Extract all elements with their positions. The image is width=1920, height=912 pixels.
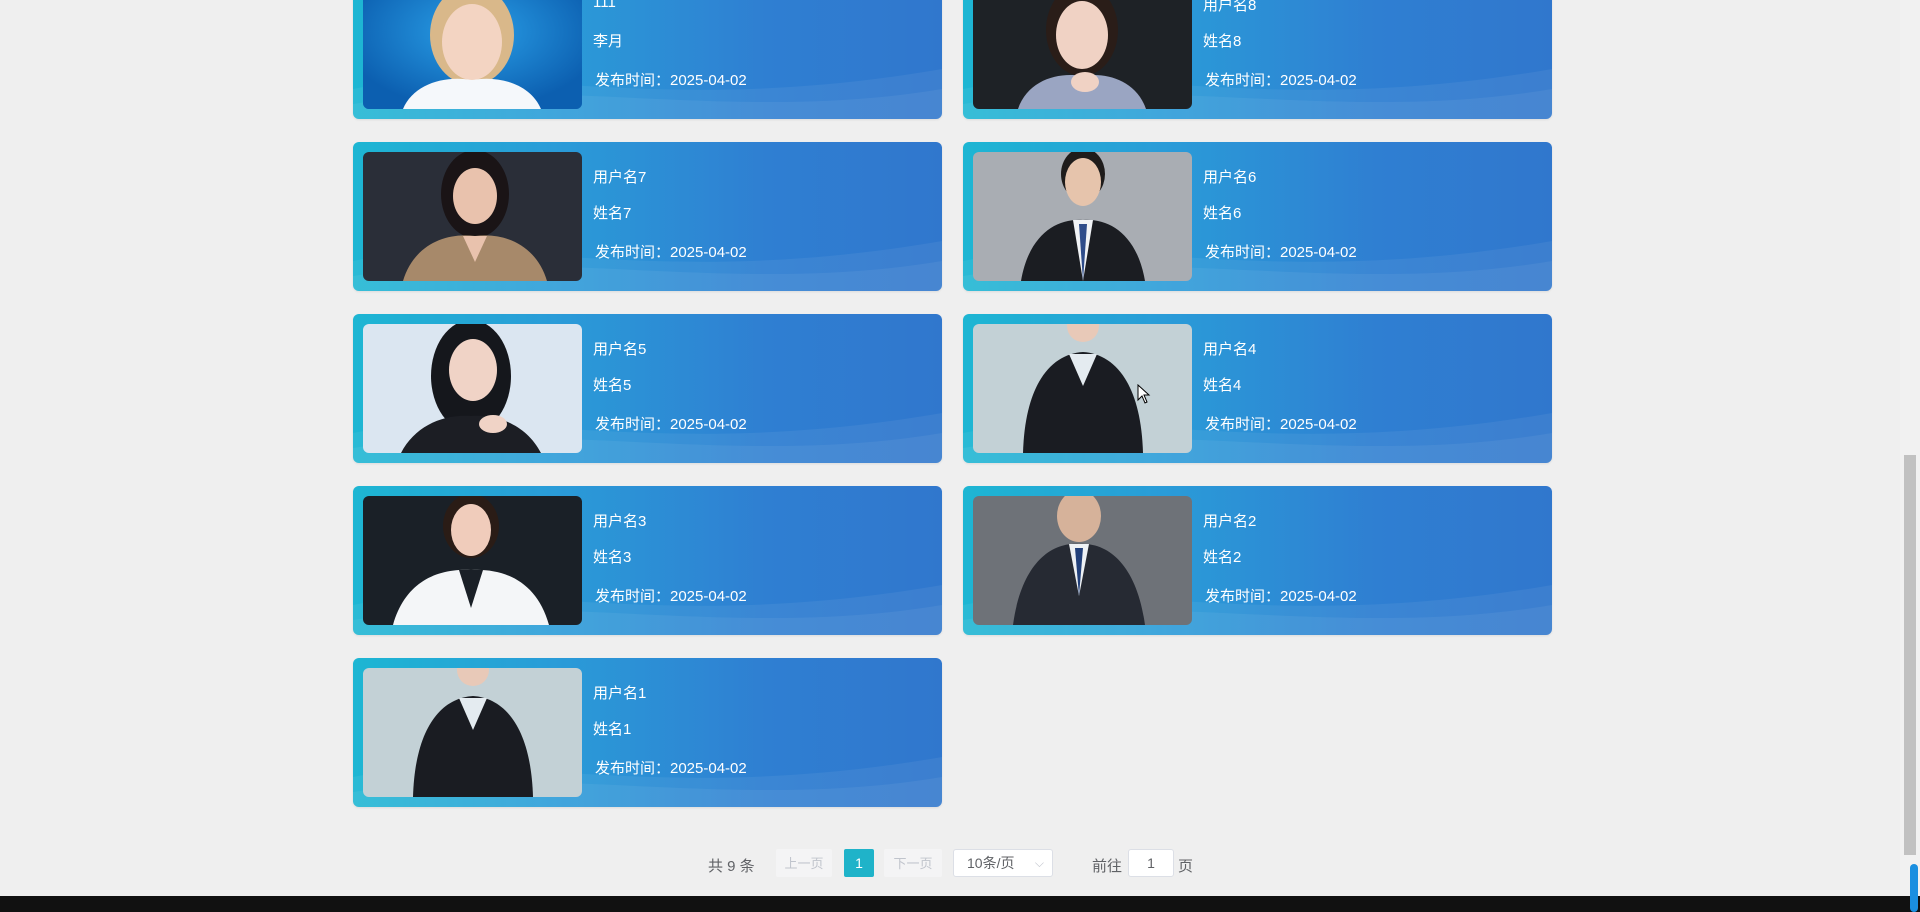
real-name: 姓名1	[593, 721, 632, 738]
publish-date: 发布时间：2025-04-02	[1205, 244, 1357, 261]
profile-photo[interactable]	[363, 496, 582, 625]
card[interactable]: 用户名7 姓名7 发布时间：2025-04-02	[353, 142, 942, 291]
goto-page-input[interactable]: 1	[1128, 849, 1174, 877]
card[interactable]: 用户名4 姓名4 发布时间：2025-04-02	[963, 314, 1552, 463]
card[interactable]: 用户名8 姓名8 发布时间：2025-04-02	[963, 0, 1552, 119]
publish-date: 发布时间：2025-04-02	[595, 760, 747, 777]
bottom-bar	[0, 896, 1920, 912]
blonde-woman-photo	[363, 0, 582, 109]
next-page-button[interactable]: 下一页	[884, 849, 942, 877]
publish-date: 发布时间：2025-04-02	[1205, 588, 1357, 605]
chevron-down-icon: ⌵	[1034, 856, 1044, 870]
woman-light-bg-photo	[363, 324, 582, 453]
username: 用户名2	[1203, 513, 1257, 530]
real-name: 姓名6	[1203, 205, 1242, 222]
scrollbar-thumb[interactable]	[1904, 455, 1916, 855]
pagination: 共 9 条 上一页 1 下一页 10条/页 ⌵ 前往 1 页	[0, 849, 1900, 879]
username: 用户名4	[1203, 341, 1257, 358]
publish-date: 发布时间：2025-04-02	[1205, 416, 1357, 433]
profile-photo[interactable]	[973, 324, 1192, 453]
profile-photo[interactable]	[363, 0, 582, 109]
card[interactable]: 用户名5 姓名5 发布时间：2025-04-02	[353, 314, 942, 463]
username: 用户名7	[593, 169, 647, 186]
username: 用户名1	[593, 685, 647, 702]
publish-date: 发布时间：2025-04-02	[1205, 72, 1357, 89]
woman-beige-blazer-photo	[363, 152, 582, 281]
card[interactable]: 用户名2 姓名2 发布时间：2025-04-02	[963, 486, 1552, 635]
vertical-scrollbar[interactable]	[1900, 0, 1920, 896]
publish-date: 发布时间：2025-04-02	[595, 72, 747, 89]
username: 用户名6	[1203, 169, 1257, 186]
publish-date: 发布时间：2025-04-02	[595, 416, 747, 433]
page-size-select[interactable]: 10条/页 ⌵	[953, 849, 1053, 877]
pagination-total: 共 9 条	[708, 858, 755, 875]
real-name: 姓名5	[593, 377, 632, 394]
profile-photo[interactable]	[363, 324, 582, 453]
real-name: 姓名8	[1203, 33, 1242, 50]
real-name: 李月	[593, 33, 624, 50]
woman-black-blazer-photo	[973, 324, 1192, 453]
username: 111	[593, 0, 616, 11]
page-size-value: 10条/页	[967, 855, 1015, 871]
profile-photo[interactable]	[363, 668, 582, 797]
scroll-indicator	[1910, 864, 1918, 912]
username: 用户名8	[1203, 0, 1257, 14]
publish-date: 发布时间：2025-04-02	[595, 244, 747, 261]
card[interactable]: 111 李月 发布时间：2025-04-02	[353, 0, 942, 119]
publish-date: 发布时间：2025-04-02	[595, 588, 747, 605]
woman-black-blazer-photo	[363, 668, 582, 797]
man-gray-suit-photo	[973, 496, 1192, 625]
card[interactable]: 用户名3 姓名3 发布时间：2025-04-02	[353, 486, 942, 635]
card-grid: 111 李月 发布时间：2025-04-02 用户名8 姓名8 发布时间：202…	[0, 0, 1900, 912]
profile-photo[interactable]	[363, 152, 582, 281]
real-name: 姓名7	[593, 205, 632, 222]
page-number-1[interactable]: 1	[844, 849, 874, 877]
mouse-cursor-icon	[1137, 384, 1151, 404]
goto-label: 前往	[1092, 858, 1123, 875]
username: 用户名3	[593, 513, 647, 530]
username: 用户名5	[593, 341, 647, 358]
real-name: 姓名3	[593, 549, 632, 566]
woman-white-blazer-photo	[363, 496, 582, 625]
woman-dark-bg-photo	[973, 0, 1192, 109]
profile-photo[interactable]	[973, 496, 1192, 625]
profile-photo[interactable]	[973, 152, 1192, 281]
real-name: 姓名4	[1203, 377, 1242, 394]
card[interactable]: 用户名1 姓名1 发布时间：2025-04-02	[353, 658, 942, 807]
card[interactable]: 用户名6 姓名6 发布时间：2025-04-02	[963, 142, 1552, 291]
goto-suffix: 页	[1178, 858, 1194, 875]
man-suit-glasses-photo	[973, 152, 1192, 281]
profile-photo[interactable]	[973, 0, 1192, 109]
prev-page-button[interactable]: 上一页	[776, 849, 832, 877]
real-name: 姓名2	[1203, 549, 1242, 566]
